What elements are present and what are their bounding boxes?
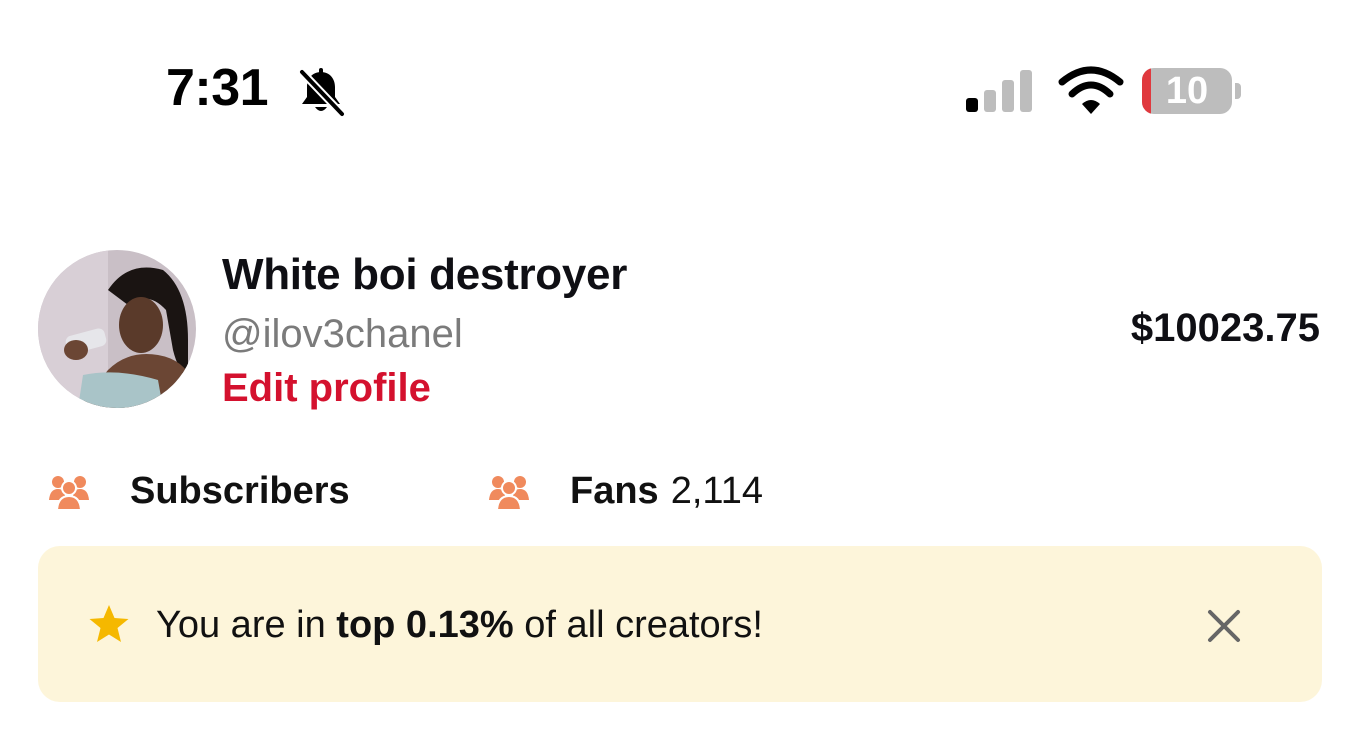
banner-prefix: You are in <box>156 604 337 646</box>
banner-message: You are in top 0.13% of all creators! <box>156 604 763 647</box>
fans-stat[interactable]: Fans 2,114 <box>488 466 763 516</box>
battery-tip <box>1235 83 1241 99</box>
avatar[interactable] <box>38 250 196 408</box>
creator-rank-banner: You are in top 0.13% of all creators! <box>38 546 1322 702</box>
battery-percent: 10 <box>1165 70 1209 112</box>
close-icon[interactable] <box>1202 604 1246 648</box>
wifi-icon <box>1058 66 1124 114</box>
avatar-image <box>38 250 196 408</box>
fans-label: Fans <box>570 469 659 512</box>
username: @ilov3chanel <box>222 312 463 356</box>
balance-amount: $10023.75 <box>1130 306 1320 350</box>
banner-suffix: of all creators! <box>513 604 763 646</box>
subscribers-label: Subscribers <box>130 469 350 512</box>
bell-slash-icon <box>298 68 346 118</box>
fans-count: 2,114 <box>670 469 763 512</box>
cellular-signal-icon <box>966 70 1032 112</box>
status-time: 7:31 <box>166 59 269 117</box>
star-icon <box>89 605 129 642</box>
banner-highlight: top 0.13% <box>336 604 514 646</box>
display-name: White boi destroyer <box>222 250 628 299</box>
battery-indicator: 10 <box>1142 68 1242 114</box>
subscribers-stat[interactable]: Subscribers <box>48 466 362 516</box>
people-group-icon <box>489 476 529 511</box>
people-group-icon <box>49 476 89 511</box>
edit-profile-link[interactable]: Edit profile <box>222 366 431 411</box>
